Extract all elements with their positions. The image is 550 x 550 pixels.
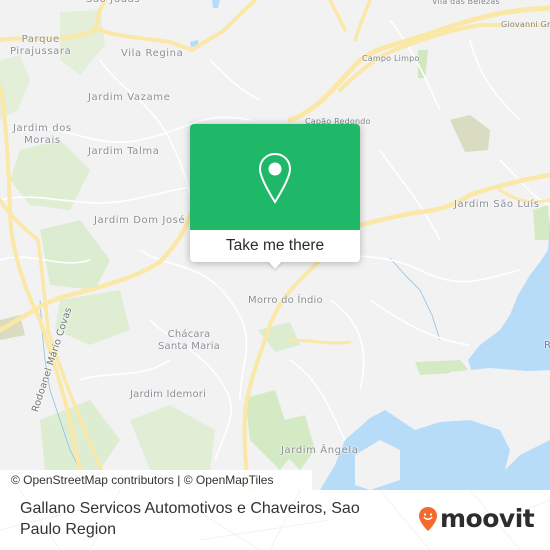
place-label-jardim-dos-morais: Jardim dos Morais	[13, 123, 72, 146]
map-attribution[interactable]: © OpenStreetMap contributors | © OpenMap…	[0, 470, 312, 490]
moovit-wordmark: moovit	[440, 504, 535, 533]
park-area	[40, 220, 110, 290]
place-label-jardim-vazame: Jardim Vazame	[88, 92, 171, 103]
place-title: Gallano Servicos Automotivos e Chaveiros…	[20, 500, 360, 538]
place-label-sao-judas: São Judas	[86, 0, 140, 6]
park-area	[40, 400, 120, 470]
road	[328, 0, 347, 32]
place-label-campo-limpo: Campo Limpo	[362, 54, 420, 63]
road	[98, 0, 257, 53]
pond	[212, 0, 220, 8]
footer: Gallano Servicos Automotivos e Chaveiros…	[0, 490, 550, 550]
popup-pointer	[267, 260, 283, 269]
place-label-vila-regina: Vila Regina	[121, 48, 184, 59]
park-area	[285, 415, 315, 470]
location-pin-icon	[258, 152, 292, 204]
place-label-morro-do-indio: Morro do Índio	[248, 295, 323, 306]
place-label-giovanni-gronchi: Giovanni Gro	[501, 20, 550, 29]
place-label-edge: R	[544, 340, 550, 351]
map-card: São Judas Parque Pirajussara Vila Regina…	[0, 0, 550, 550]
place-label-jardim-talma: Jardim Talma	[88, 146, 160, 157]
place-label-jardim-angela: Jardim Ângela	[281, 445, 359, 456]
place-label-jardim-dom-jose: Jardim Dom José	[94, 215, 186, 226]
moovit-smile-pin-icon	[419, 507, 437, 531]
park-area	[130, 405, 215, 470]
place-label-vila-das-belezas: Vila das Belezas	[432, 0, 500, 6]
road	[353, 0, 372, 42]
place-label-parque-pirajussara: Parque Pirajussara	[10, 34, 72, 57]
take-me-there-button[interactable]: Take me there	[190, 230, 360, 262]
destination-popup: Take me there	[190, 124, 360, 269]
place-label-jardim-sao-luis: Jardim São Luís	[454, 199, 540, 210]
road	[288, 338, 352, 345]
map-view[interactable]: São Judas Parque Pirajussara Vila Regina…	[0, 0, 550, 490]
popup-header	[190, 124, 360, 230]
moovit-logo[interactable]: moovit	[418, 504, 535, 534]
place-label-chacara-santa-maria: Chácara Santa Maria	[158, 329, 221, 352]
place-label-jardim-idemori: Jardim Idemori	[130, 389, 207, 400]
park-area	[450, 115, 490, 152]
